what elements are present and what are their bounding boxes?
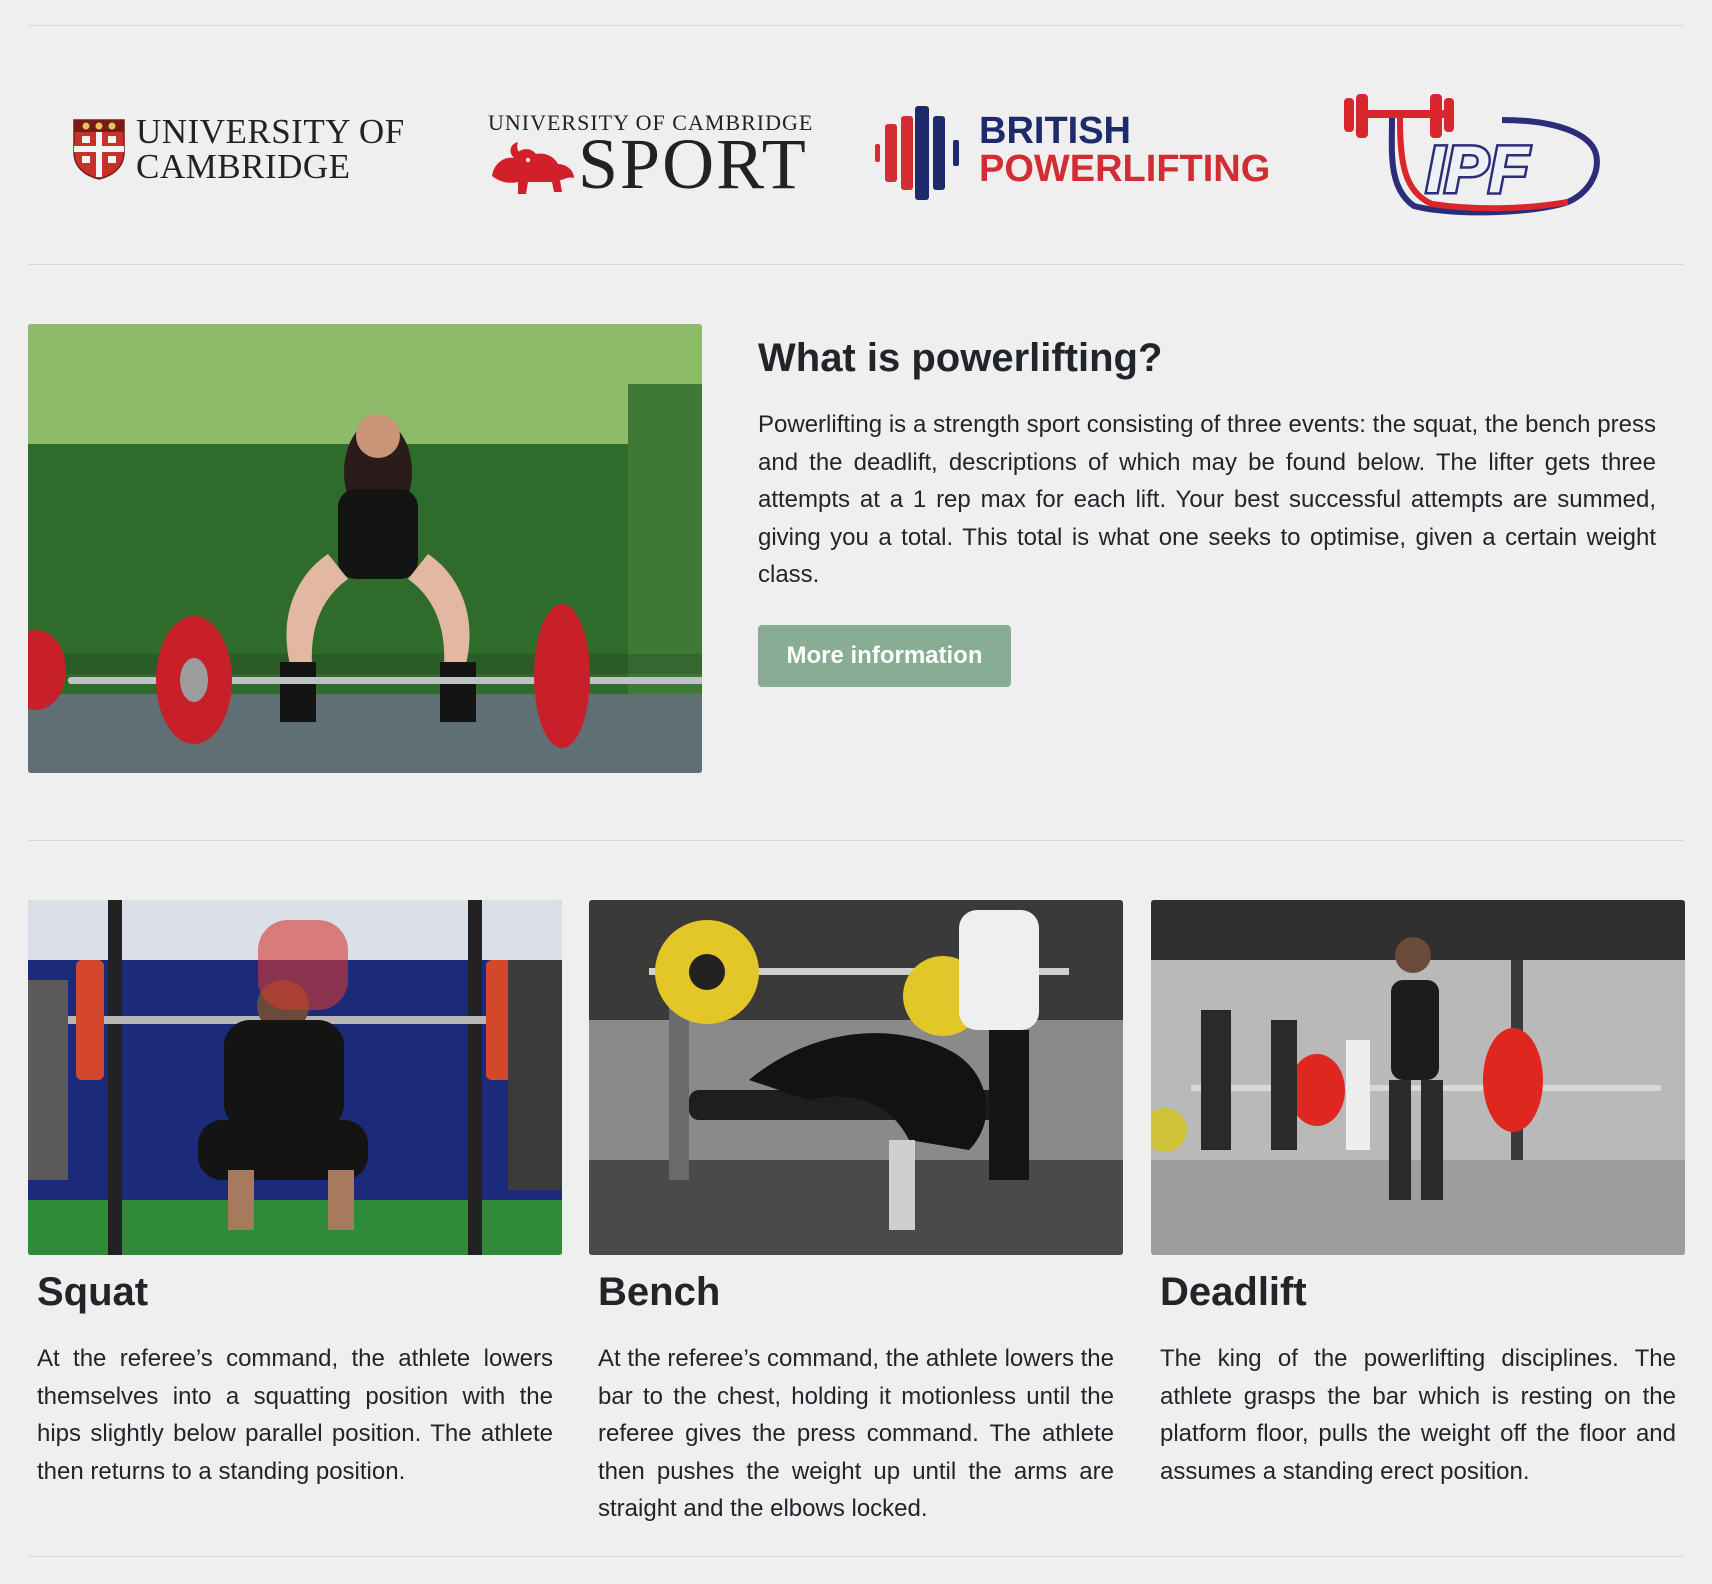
bp-wordmark-line2: POWERLIFTING	[979, 148, 1271, 190]
barbell-plates-icon	[875, 106, 959, 200]
squat-title: Squat	[37, 1270, 149, 1314]
cambridge-crest-icon	[73, 119, 125, 180]
more-information-button[interactable]: More information	[758, 625, 1011, 687]
cambridge-wordmark: UNIVERSITY OF CAMBRIDGE	[136, 114, 405, 184]
british-powerlifting-logo[interactable]: BRITISH POWERLIFTING	[875, 106, 1270, 202]
cambridge-wordmark-line1: UNIVERSITY OF	[136, 112, 405, 151]
deadlift-description: The king of the powerlifting disciplines…	[1160, 1345, 1676, 1485]
intro-title: What is powerlifting?	[758, 336, 1163, 380]
cambridge-wordmark-line2: CAMBRIDGE	[136, 147, 351, 186]
squat-photo	[28, 900, 562, 1255]
bp-wordmark-line1: BRITISH	[979, 110, 1131, 152]
deadlift-photo-illustration-2	[1151, 900, 1685, 1255]
top-divider	[28, 25, 1684, 26]
ipf-logo[interactable]: IPF	[1342, 92, 1602, 218]
lion-icon	[492, 142, 574, 194]
bench-title: Bench	[598, 1270, 721, 1314]
ipf-emblem-icon: IPF	[1344, 94, 1600, 216]
deadlift-photo-illustration	[28, 324, 702, 773]
deadlift-title: Deadlift	[1160, 1270, 1307, 1314]
logos-divider	[28, 264, 1684, 265]
squat-photo-illustration	[28, 900, 562, 1255]
bench-description: At the referee’s command, the athlete lo…	[598, 1345, 1114, 1522]
intro-divider	[28, 840, 1684, 841]
lift-card-deadlift: Deadlift The king of the powerlifting di…	[1151, 900, 1685, 1485]
university-of-cambridge-logo[interactable]: UNIVERSITY OF CAMBRIDGE	[72, 114, 404, 184]
deadlift-hero-photo	[28, 324, 702, 773]
bottom-divider	[28, 1556, 1684, 1557]
bench-photo	[589, 900, 1123, 1255]
deadlift-photo	[1151, 900, 1685, 1255]
intro-description: Powerlifting is a strength sport consist…	[758, 411, 1656, 588]
squat-description: At the referee’s command, the athlete lo…	[37, 1345, 553, 1485]
bench-photo-illustration	[589, 900, 1123, 1255]
british-powerlifting-wordmark: BRITISH POWERLIFTING	[979, 112, 1270, 188]
ipf-logo-text: IPF	[1426, 132, 1530, 206]
sport-logo-wordmark: SPORT	[578, 124, 808, 204]
lift-card-bench: Bench At the referee’s command, the athl…	[589, 900, 1123, 1522]
lift-card-squat: Squat At the referee’s command, the athl…	[28, 900, 562, 1485]
cambridge-sport-logo[interactable]: UNIVERSITY OF CAMBRIDGE SPORT	[488, 110, 812, 200]
